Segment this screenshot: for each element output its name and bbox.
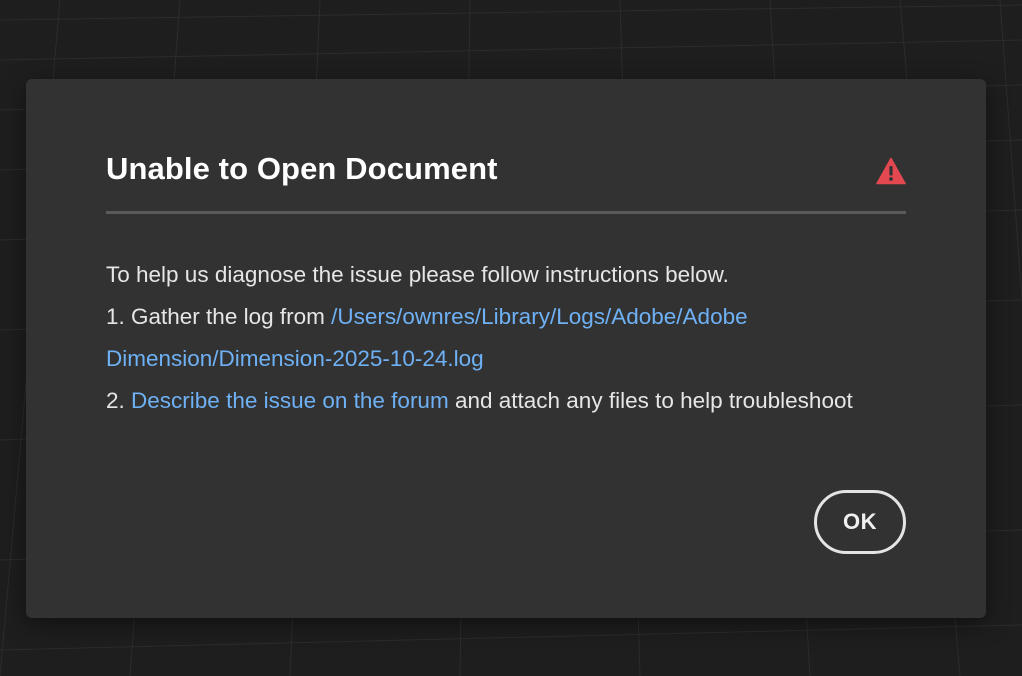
step-2-suffix: and attach any files to help troubleshoo… (448, 388, 853, 413)
dialog-body: To help us diagnose the issue please fol… (106, 254, 866, 422)
alert-triangle-icon (876, 157, 906, 185)
step-1-text: 1. Gather the log from (106, 304, 332, 329)
dialog-header: Unable to Open Document (106, 151, 906, 187)
intro-text: To help us diagnose the issue please fol… (106, 254, 866, 296)
forum-link[interactable]: Describe the issue on the forum (131, 388, 449, 413)
step-2: 2. Describe the issue on the forum and a… (106, 380, 866, 422)
dialog-title: Unable to Open Document (106, 151, 498, 186)
error-dialog: Unable to Open Document To help us diagn… (26, 79, 986, 618)
intro-text-content: To help us diagnose the issue please fol… (106, 262, 729, 287)
ok-button[interactable]: OK (814, 490, 906, 554)
header-divider (106, 211, 906, 214)
step-1: 1. Gather the log from /Users/ownres/Lib… (106, 296, 866, 380)
step-2-prefix: 2. (106, 388, 132, 413)
